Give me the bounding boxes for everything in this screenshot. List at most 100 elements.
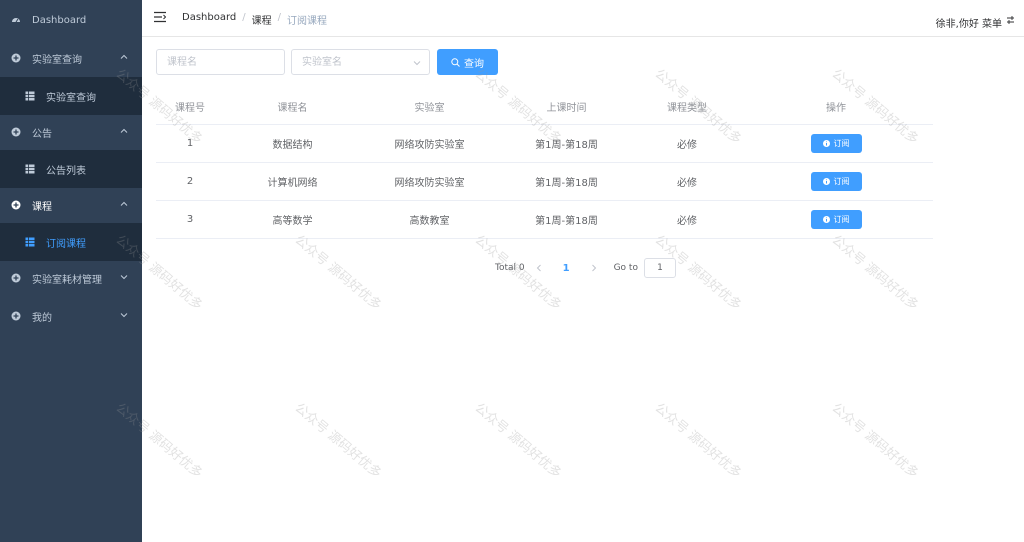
sidebar-item-dashboard[interactable]: Dashboard: [0, 1, 142, 39]
sidebar-item-label: 订阅课程: [46, 238, 86, 250]
sidebar: Dashboard 实验室查询 实验室查询 公告 公告列表 课程 订阅课程 实验…: [0, 0, 142, 542]
cell-actions: 订阅: [739, 210, 933, 229]
info-icon: [822, 216, 830, 223]
search-button[interactable]: 查询: [437, 49, 498, 75]
top-navbar: Dashboard / 课程 / 订阅课程 徐非,你好 菜单: [142, 0, 1024, 37]
cell-course-id: 3: [186, 214, 194, 225]
cell-time: 第1周-第18周: [535, 140, 598, 151]
subscribe-button-label: 订阅: [833, 215, 850, 224]
sidebar-item-label: 课程: [32, 201, 52, 213]
watermark: 公众号 源码好优多: [471, 400, 565, 482]
cell-actions: 订阅: [739, 134, 933, 153]
subscribe-button-label: 订阅: [833, 139, 850, 148]
hamburger-icon[interactable]: [154, 11, 166, 23]
cell-course-id: 2: [186, 176, 194, 187]
cell-lab: 网络攻防实验室: [394, 140, 465, 151]
breadcrumb-item-dashboard[interactable]: Dashboard: [182, 12, 236, 27]
info-icon: [822, 140, 830, 147]
column-header: 操作: [826, 103, 846, 114]
cell-course-id: 1: [186, 138, 194, 149]
sidebar-item-label: Dashboard: [32, 14, 87, 26]
cell-lab: 高数教室: [409, 216, 450, 227]
table-header: 课程号 课程名 实验室 上课时间 课程类型 操作: [156, 89, 933, 125]
column-header: 上课时间: [546, 103, 587, 114]
pagination-total: Total 0: [495, 263, 525, 273]
plus-circle-icon: [11, 127, 21, 137]
chevron-right-icon[interactable]: [590, 264, 598, 272]
sort-icon[interactable]: [1007, 16, 1014, 24]
cell-type: 必修: [677, 140, 697, 151]
watermark: 公众号 源码好优多: [291, 232, 385, 314]
watermark: 公众号 源码好优多: [828, 400, 922, 482]
sidebar-item-label: 我的: [32, 312, 52, 324]
table-icon: [25, 164, 35, 174]
course-table: 课程号 课程名 实验室 上课时间 课程类型 操作 1 数据结构 网络攻防实验室 …: [156, 89, 933, 239]
sidebar-item-mine[interactable]: 我的: [0, 297, 142, 335]
sidebar-item-label: 公告列表: [46, 165, 86, 177]
chevron-up-icon: [120, 201, 128, 206]
table-icon: [25, 91, 35, 101]
column-header: 实验室: [414, 103, 445, 114]
chevron-up-icon: [120, 128, 128, 133]
cell-course-name: 数据结构: [272, 140, 313, 151]
sidebar-item-consumables[interactable]: 实验室耗材管理: [0, 259, 142, 297]
cell-course-name: 计算机网络: [267, 178, 318, 189]
sidebar-item-course-group[interactable]: 课程: [0, 186, 142, 224]
sidebar-item-label: 实验室查询: [46, 92, 96, 104]
sidebar-item-notice-group[interactable]: 公告: [0, 113, 142, 151]
dashboard-icon: [11, 15, 21, 25]
chevron-up-icon: [120, 54, 128, 59]
subscribe-button-label: 订阅: [833, 177, 850, 186]
sidebar-item-notice-list[interactable]: 公告列表: [0, 150, 142, 188]
info-icon: [822, 178, 830, 185]
breadcrumb: Dashboard / 课程 / 订阅课程: [182, 12, 327, 27]
subscribe-button[interactable]: 订阅: [810, 210, 862, 229]
search-icon: [451, 57, 460, 67]
search-button-label: 查询: [464, 58, 484, 70]
watermark: 公众号 源码好优多: [651, 400, 745, 482]
subscribe-button[interactable]: 订阅: [810, 134, 862, 153]
course-name-field[interactable]: [156, 49, 285, 75]
column-header: 课程号: [175, 103, 205, 114]
table-row: 3 高等数学 高数教室 第1周-第18周 必修 订阅: [156, 201, 933, 239]
plus-circle-icon: [11, 200, 21, 210]
breadcrumb-item-course[interactable]: 课程: [252, 12, 272, 27]
sidebar-item-label: 实验室查询: [32, 54, 82, 66]
sidebar-item-lab-query-group[interactable]: 实验室查询: [0, 39, 142, 77]
pagination: Total 0 1 Go to 1: [495, 258, 676, 278]
cell-lab: 网络攻防实验室: [394, 178, 465, 189]
cell-actions: 订阅: [739, 172, 933, 191]
breadcrumb-separator: /: [277, 12, 282, 23]
cell-time: 第1周-第18周: [535, 216, 598, 227]
plus-circle-icon: [11, 273, 21, 283]
chevron-down-icon: [120, 275, 128, 280]
cell-type: 必修: [677, 216, 697, 227]
table-icon: [25, 237, 35, 247]
cell-course-name: 高等数学: [272, 216, 313, 227]
course-name-input[interactable]: [157, 50, 284, 74]
column-header: 课程名: [277, 103, 308, 114]
pagination-goto-label: Go to: [613, 263, 638, 273]
sidebar-item-label: 实验室耗材管理: [32, 274, 102, 286]
sidebar-item-label: 公告: [32, 128, 52, 140]
pagination-page-current[interactable]: 1: [563, 263, 570, 274]
table-row: 1 数据结构 网络攻防实验室 第1周-第18周 必修 订阅: [156, 125, 933, 163]
table-row: 2 计算机网络 网络攻防实验室 第1周-第18周 必修 订阅: [156, 163, 933, 201]
subscribe-button[interactable]: 订阅: [810, 172, 862, 191]
watermark: 公众号 源码好优多: [828, 232, 922, 314]
cell-time: 第1周-第18周: [535, 178, 598, 189]
chevron-down-icon: [120, 313, 128, 318]
sidebar-item-subscribe-course[interactable]: 订阅课程: [0, 223, 142, 261]
sidebar-item-lab-query[interactable]: 实验室查询: [0, 77, 142, 115]
lab-name-input[interactable]: [292, 50, 429, 74]
breadcrumb-item-current: 订阅课程: [287, 16, 328, 27]
user-menu[interactable]: 徐非,你好 菜单: [936, 15, 1002, 30]
chevron-left-icon[interactable]: [535, 264, 543, 272]
breadcrumb-separator: /: [242, 12, 246, 23]
column-header: 课程类型: [667, 103, 707, 114]
chevron-down-icon: [413, 61, 421, 66]
cell-type: 必修: [677, 178, 697, 189]
lab-name-select[interactable]: [291, 49, 430, 75]
watermark: 公众号 源码好优多: [291, 400, 385, 482]
pagination-goto-input[interactable]: 1: [643, 258, 676, 278]
